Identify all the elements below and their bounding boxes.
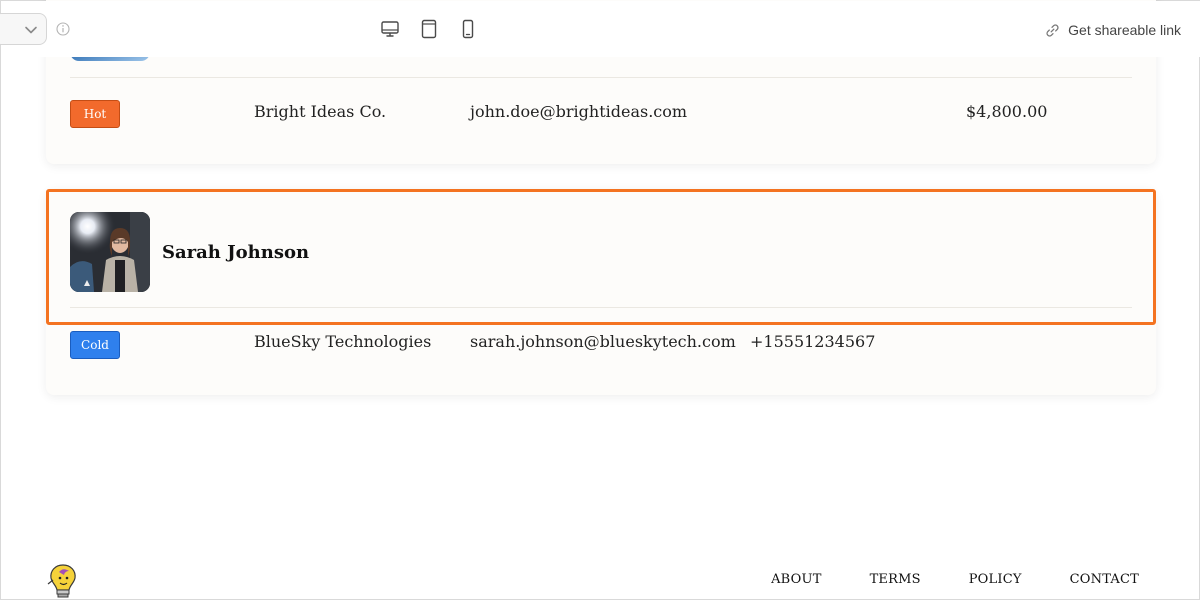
phone-number: +15551234567	[750, 332, 876, 351]
company-name: Bright Ideas Co.	[254, 102, 387, 121]
footer-link-terms[interactable]: TERMS	[870, 572, 921, 587]
footer-link-policy[interactable]: POLICY	[969, 572, 1022, 587]
card-divider	[70, 77, 1132, 78]
email-link[interactable]: sarah.johnson@blueskytech.com	[470, 332, 736, 351]
footer-link-contact[interactable]: CONTACT	[1070, 572, 1139, 587]
chevron-down-icon	[25, 26, 37, 34]
status-badge[interactable]: Hot	[70, 100, 120, 128]
tablet-icon[interactable]	[419, 19, 439, 39]
company-name: BlueSky Technologies	[254, 332, 432, 351]
status-badge[interactable]: Cold	[70, 331, 120, 359]
lightbulb-logo-icon[interactable]	[45, 562, 81, 600]
top-toolbar: Get shareable link	[0, 1, 1200, 57]
card-divider	[70, 307, 1132, 308]
link-icon	[1046, 23, 1059, 37]
email-link[interactable]: john.doe@brightideas.com	[470, 102, 687, 121]
desktop-icon[interactable]	[380, 19, 400, 39]
avatar-photo	[70, 212, 150, 292]
get-shareable-link-button[interactable]: Get shareable link	[1045, 20, 1181, 40]
contact-card: Sarah Johnson Cold BlueSky Technologies …	[46, 189, 1156, 395]
contact-name: Sarah Johnson	[162, 242, 310, 263]
view-select[interactable]	[0, 13, 47, 45]
footer-nav: ABOUT TERMS POLICY CONTACT	[771, 572, 1139, 587]
share-label: Get shareable link	[1068, 22, 1181, 38]
avatar	[70, 212, 150, 292]
deal-amount: $4,800.00	[966, 102, 1048, 121]
mobile-icon[interactable]	[458, 19, 478, 39]
info-icon[interactable]	[56, 22, 70, 36]
footer-link-about[interactable]: ABOUT	[771, 572, 821, 587]
